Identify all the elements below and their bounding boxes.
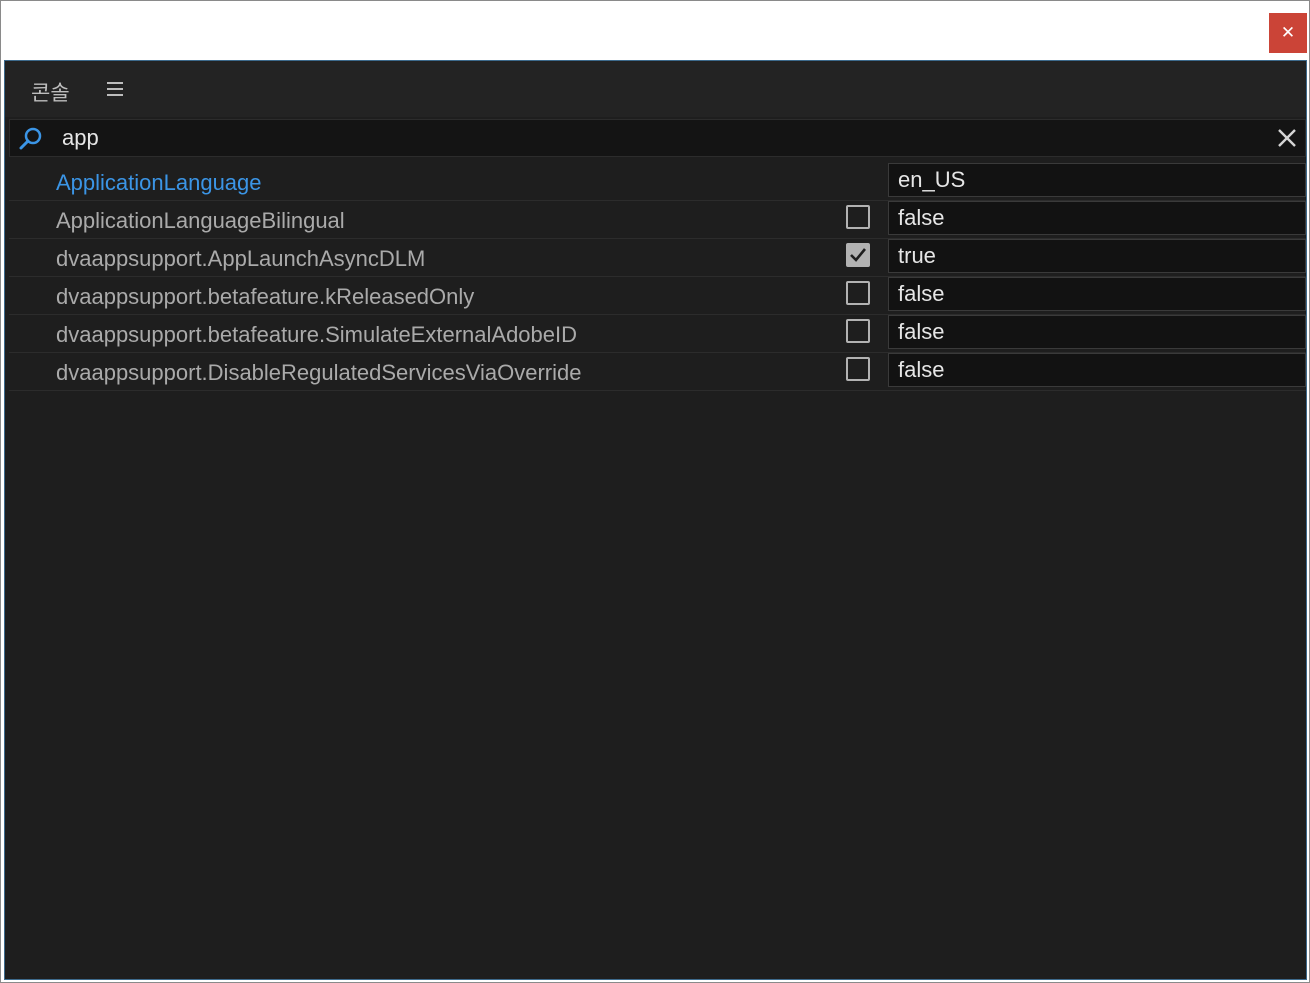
- table-row[interactable]: ApplicationLanguageBilingual false: [9, 201, 1306, 239]
- settings-list: ApplicationLanguage en_US ApplicationLan…: [9, 163, 1306, 391]
- table-row[interactable]: dvaappsupport.betafeature.SimulateExtern…: [9, 315, 1306, 353]
- clear-search-icon[interactable]: [1275, 126, 1299, 150]
- table-row[interactable]: ApplicationLanguage en_US: [9, 163, 1306, 201]
- close-icon: ✕: [1280, 23, 1296, 42]
- setting-value-field[interactable]: false: [888, 201, 1306, 235]
- setting-checkbox[interactable]: [846, 243, 870, 267]
- title-bar: ✕: [1, 1, 1309, 59]
- checkmark-icon: [850, 248, 867, 262]
- setting-value-field[interactable]: false: [888, 277, 1306, 311]
- search-bar: [9, 119, 1306, 157]
- search-input[interactable]: [62, 122, 1242, 154]
- hamburger-menu-icon[interactable]: [103, 77, 127, 101]
- setting-name: dvaappsupport.DisableRegulatedServicesVi…: [56, 360, 582, 385]
- setting-value-field[interactable]: false: [888, 315, 1306, 349]
- setting-checkbox[interactable]: [846, 281, 870, 305]
- console-window: ✕ 콘솔 app ApplicationLanguage en_US Appli…: [0, 0, 1310, 983]
- table-row[interactable]: dvaappsupport.betafeature.kReleasedOnly …: [9, 277, 1306, 315]
- panel-title: 콘솔: [31, 81, 70, 105]
- setting-name: dvaappsupport.betafeature.kReleasedOnly: [56, 284, 475, 309]
- setting-name: ApplicationLanguageBilingual: [56, 208, 345, 233]
- table-row[interactable]: dvaappsupport.AppLaunchAsyncDLM true: [9, 239, 1306, 277]
- setting-value-field[interactable]: false: [888, 353, 1306, 387]
- setting-name: dvaappsupport.AppLaunchAsyncDLM: [56, 246, 426, 271]
- setting-name: dvaappsupport.betafeature.SimulateExtern…: [56, 322, 578, 347]
- setting-value-field[interactable]: true: [888, 239, 1306, 273]
- setting-name: ApplicationLanguage: [56, 170, 262, 195]
- setting-value-field[interactable]: en_US: [888, 163, 1306, 197]
- panel-header: 콘솔: [5, 61, 1306, 117]
- search-icon: [18, 126, 44, 152]
- table-row[interactable]: dvaappsupport.DisableRegulatedServicesVi…: [9, 353, 1306, 391]
- setting-checkbox[interactable]: [846, 319, 870, 343]
- setting-checkbox[interactable]: [846, 205, 870, 229]
- close-button[interactable]: ✕: [1269, 13, 1307, 53]
- setting-checkbox[interactable]: [846, 357, 870, 381]
- console-panel: 콘솔 app ApplicationLanguage en_US Applica…: [4, 60, 1307, 980]
